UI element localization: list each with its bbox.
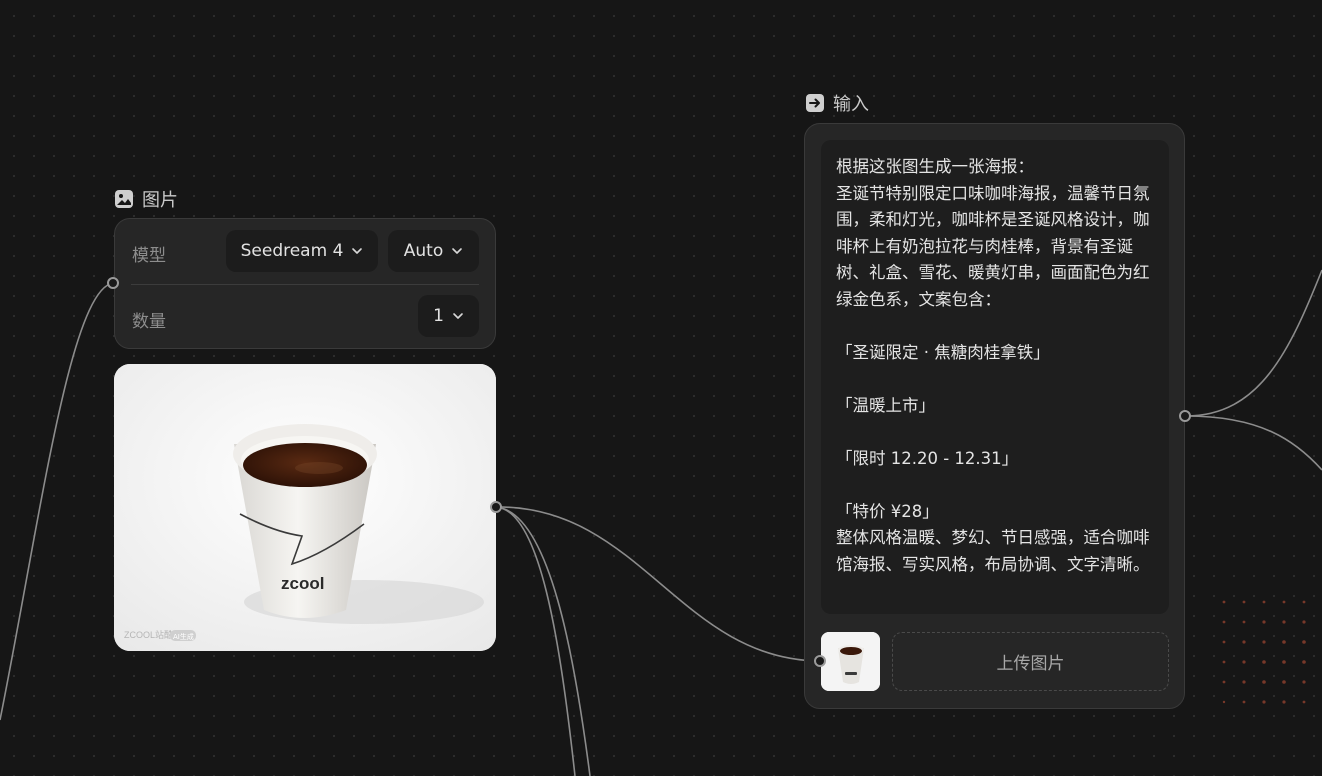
- input-image-port[interactable]: [814, 655, 826, 667]
- image-node-title-text: 图片: [142, 190, 178, 211]
- wire-image-down-2: [495, 506, 591, 776]
- input-node-title[interactable]: 输入: [805, 90, 869, 116]
- count-label: 数量: [132, 312, 166, 332]
- image-watermark: ZCOOL站酷: [124, 629, 173, 640]
- arrow-right-box-icon: [805, 93, 825, 113]
- image-output-port[interactable]: [490, 501, 502, 513]
- image-node-title[interactable]: 图片: [114, 186, 178, 212]
- accent-dot-grid: [1222, 600, 1306, 704]
- settings-divider: [131, 284, 479, 285]
- image-icon: [114, 189, 134, 209]
- wire-input-out-1: [1185, 269, 1322, 417]
- image-settings-card: 模型 Seedream 4 Auto 数量 1: [114, 218, 496, 349]
- model-input-port[interactable]: [107, 277, 119, 289]
- prompt-textarea[interactable]: 根据这张图生成一张海报： 圣诞节特别限定口味咖啡海报，温馨节日氛围，柔和灯光，咖…: [821, 140, 1169, 614]
- ratio-select-value: Auto: [403, 241, 444, 261]
- model-select[interactable]: Seedream 4: [226, 230, 378, 272]
- model-label: 模型: [132, 246, 166, 266]
- upload-image-button[interactable]: 上传图片: [892, 632, 1169, 691]
- generated-image[interactable]: zcool ZCOOL站酷 AI生成: [114, 364, 496, 651]
- count-select[interactable]: 1: [418, 295, 479, 337]
- chevron-down-icon: [452, 248, 463, 254]
- input-card: 根据这张图生成一张海报： 圣诞节特别限定口味咖啡海报，温馨节日氛围，柔和灯光，咖…: [804, 123, 1185, 709]
- input-node-title-text: 输入: [833, 94, 869, 115]
- wire-image-down-1: [495, 506, 576, 776]
- wire-model-input: [0, 282, 114, 721]
- coffee-cup-photo: zcool ZCOOL站酷 AI生成: [114, 364, 496, 651]
- ratio-select[interactable]: Auto: [388, 230, 479, 272]
- wire-image-to-input: [495, 506, 821, 662]
- cup-logo: zcool: [281, 574, 324, 593]
- input-output-port[interactable]: [1179, 410, 1191, 422]
- count-select-value: 1: [433, 306, 444, 326]
- model-select-value: Seedream 4: [240, 241, 344, 261]
- wire-input-out-2: [1185, 415, 1322, 471]
- ai-badge: AI生成: [173, 632, 194, 641]
- reference-image-thumbnail[interactable]: [821, 632, 880, 691]
- chevron-down-icon: [352, 248, 363, 254]
- chevron-down-icon: [453, 313, 463, 319]
